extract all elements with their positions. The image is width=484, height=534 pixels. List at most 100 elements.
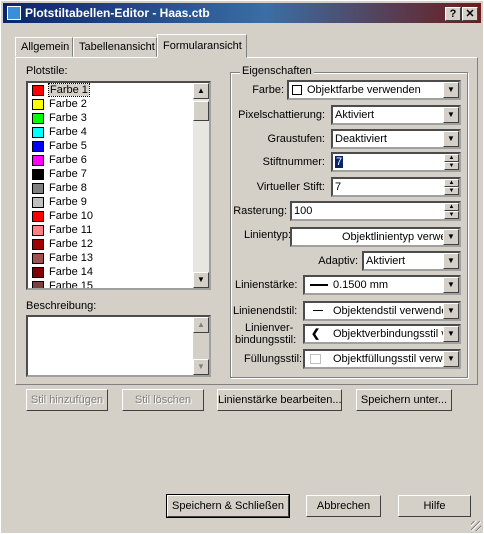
fill-icon — [310, 354, 321, 364]
description-scrollbar: ▲ ▼ — [193, 317, 209, 375]
adaptive-select[interactable]: Aktiviert ▼ — [362, 251, 461, 271]
lineend-select[interactable]: Objektendstil verwende ▼ — [303, 301, 461, 321]
color-swatch — [32, 127, 44, 138]
lineweight-label: Linienstärke: — [235, 279, 298, 291]
color-swatch — [32, 253, 44, 264]
color-swatch — [32, 85, 44, 96]
scroll-up-icon[interactable]: ▲ — [193, 83, 209, 99]
list-item[interactable]: Farbe 13 — [30, 252, 190, 266]
lineweight-select[interactable]: 0.1500 mm ▼ — [303, 275, 461, 295]
plot-styles-list[interactable]: Farbe 1 Farbe 2 Farbe 3 Farbe 4 Farbe 5 … — [26, 81, 211, 290]
dithering-select[interactable]: Aktiviert ▼ — [331, 105, 461, 125]
linejoin-label-2: bindungsstil: — [235, 334, 297, 346]
color-swatch — [32, 211, 44, 222]
list-item[interactable]: Farbe 4 — [30, 126, 190, 140]
chevron-down-icon[interactable]: ▼ — [443, 107, 459, 123]
color-swatch — [32, 141, 44, 152]
title-bar[interactable]: Plotstiltabellen-Editor - Haas.ctb ? ✕ — [3, 3, 481, 23]
screening-label: Rasterung: — [233, 205, 287, 217]
add-style-button[interactable]: Stil hinzufügen — [26, 389, 108, 411]
scroll-down-icon: ▼ — [193, 359, 209, 375]
color-swatch — [32, 267, 44, 278]
list-item[interactable]: Farbe 9 — [30, 196, 190, 210]
linejoin-select[interactable]: ❮ Objektverbindungsstil v ▼ — [303, 324, 461, 344]
save-and-close-button[interactable]: Speichern & Schließen — [166, 494, 290, 518]
color-swatch — [292, 85, 302, 95]
linejoin-label-1: Linienver- — [245, 322, 294, 334]
list-item[interactable]: Farbe 5 — [30, 140, 190, 154]
chevron-down-icon[interactable]: ▼ — [443, 326, 459, 342]
farbe-label: Farbe: — [252, 84, 284, 96]
dithering-label: Pixelschattierung: — [238, 109, 325, 121]
spin-down-icon[interactable]: ▼ — [444, 211, 459, 219]
spin-up-icon[interactable]: ▲ — [444, 154, 459, 162]
list-item[interactable]: Farbe 15 — [30, 280, 190, 288]
list-item[interactable]: Farbe 10 — [30, 210, 190, 224]
chevron-down-icon[interactable]: ▼ — [443, 82, 459, 98]
list-item[interactable]: Farbe 2 — [30, 98, 190, 112]
linetype-select[interactable]: Objektlinientyp verwe ▼ — [290, 227, 461, 247]
adaptive-label: Adaptiv: — [318, 255, 358, 267]
color-swatch — [32, 183, 44, 194]
spin-down-icon[interactable]: ▼ — [444, 162, 459, 170]
list-item[interactable]: Farbe 11 — [30, 224, 190, 238]
chevron-down-icon[interactable]: ▼ — [443, 131, 459, 147]
help-button[interactable]: Hilfe — [398, 495, 471, 517]
farbe-select[interactable]: Objektfarbe verwenden ▼ — [287, 80, 461, 100]
save-as-button[interactable]: Speichern unter... — [356, 389, 452, 411]
list-item[interactable]: Farbe 7 — [30, 168, 190, 182]
grayscale-label: Graustufen: — [267, 133, 325, 145]
description-textarea[interactable]: ▲ ▼ — [26, 315, 211, 377]
tab-tabellenansicht[interactable]: Tabellenansicht — [73, 37, 157, 57]
edit-lineweights-button[interactable]: Linienstärke bearbeiten... — [217, 389, 342, 411]
color-swatch — [32, 169, 44, 180]
pen-number-label: Stiftnummer: — [262, 156, 325, 168]
scroll-down-icon[interactable]: ▼ — [193, 272, 209, 288]
list-item[interactable]: Farbe 14 — [30, 266, 190, 280]
color-swatch — [32, 113, 44, 124]
color-swatch — [32, 239, 44, 250]
color-swatch — [32, 281, 44, 288]
window-title: Plotstiltabellen-Editor - Haas.ctb — [25, 6, 210, 20]
list-item[interactable]: Farbe 3 — [30, 112, 190, 126]
spin-up-icon[interactable]: ▲ — [444, 179, 459, 187]
properties-group-title: Eigenschaften — [240, 65, 314, 77]
grayscale-select[interactable]: Deaktiviert ▼ — [331, 129, 461, 149]
close-title-button[interactable]: ✕ — [462, 7, 478, 21]
chevron-down-icon[interactable]: ▼ — [443, 351, 459, 367]
virtual-pen-label: Virtueller Stift: — [256, 181, 325, 193]
spin-up-icon[interactable]: ▲ — [444, 203, 459, 211]
chevron-down-icon[interactable]: ▼ — [443, 277, 459, 293]
color-swatch — [32, 99, 44, 110]
chevron-down-icon[interactable]: ▼ — [443, 303, 459, 319]
list-item[interactable]: Farbe 12 — [30, 238, 190, 252]
chevron-down-icon[interactable]: ▼ — [443, 253, 459, 269]
linetype-label: Linientyp: — [244, 229, 292, 241]
resize-grip-icon[interactable] — [471, 521, 481, 531]
pen-number-input[interactable]: 7 ▲ ▼ — [331, 152, 461, 172]
scroll-thumb[interactable] — [193, 101, 209, 121]
chevron-down-icon[interactable]: ▼ — [443, 229, 459, 245]
list-item[interactable]: Farbe 8 — [30, 182, 190, 196]
styles-scrollbar[interactable]: ▲ ▼ — [193, 83, 209, 288]
description-label: Beschreibung: — [26, 300, 97, 312]
tab-formularansicht[interactable]: Formularansicht — [157, 34, 247, 58]
delete-style-button[interactable]: Stil löschen — [122, 389, 204, 411]
color-swatch — [32, 225, 44, 236]
help-title-button[interactable]: ? — [445, 7, 461, 21]
color-swatch — [32, 197, 44, 208]
list-item[interactable]: Farbe 6 — [30, 154, 190, 168]
spin-down-icon[interactable]: ▼ — [444, 187, 459, 195]
cancel-button[interactable]: Abbrechen — [306, 495, 381, 517]
screening-input[interactable]: 100 ▲ ▼ — [290, 201, 461, 221]
fill-style-select[interactable]: Objektfüllungsstil verwe ▼ — [303, 349, 461, 369]
tab-allgemein[interactable]: Allgemein — [15, 37, 73, 57]
color-swatch — [32, 155, 44, 166]
fill-style-label: Füllungsstil: — [244, 353, 303, 365]
lineend-label: Linienendstil: — [233, 305, 298, 317]
app-icon — [7, 6, 21, 20]
lineweight-icon — [310, 284, 328, 286]
virtual-pen-input[interactable]: 7 ▲ ▼ — [331, 177, 461, 197]
plot-styles-label: Plotstile: — [26, 65, 68, 77]
list-item[interactable]: Farbe 1 — [30, 83, 190, 98]
